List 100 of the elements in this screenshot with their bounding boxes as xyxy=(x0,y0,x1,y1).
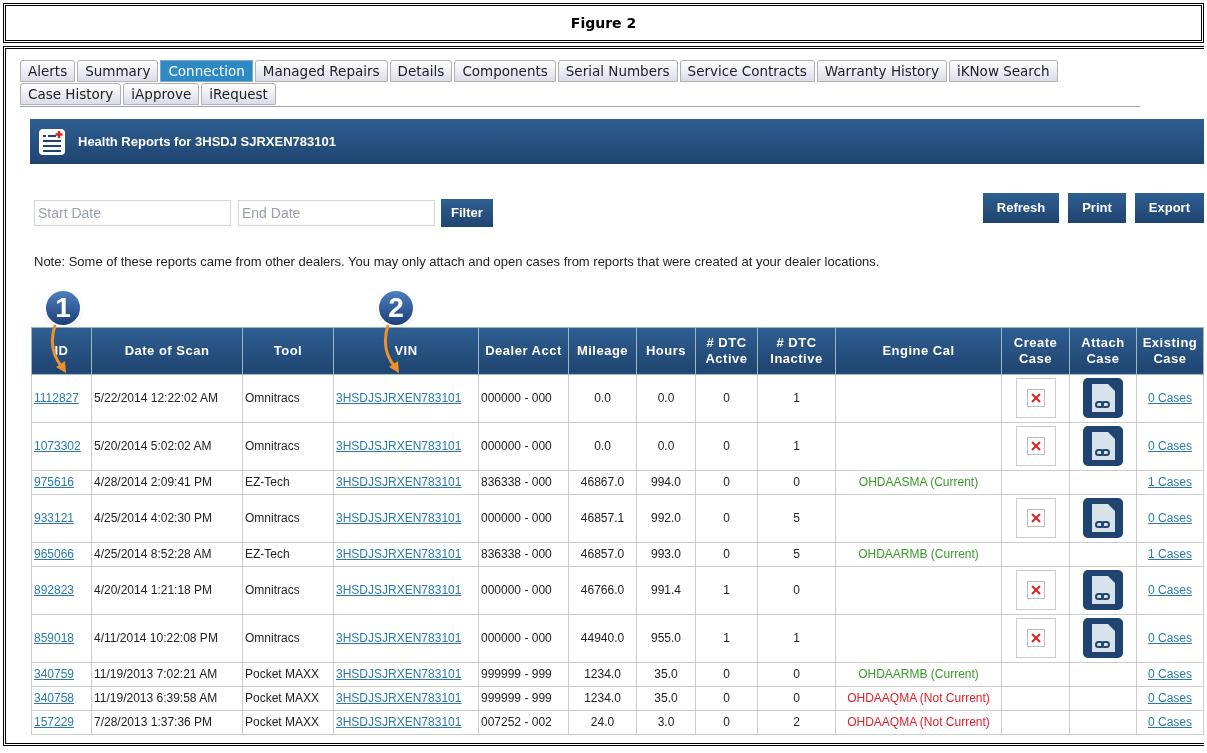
mileage-text: 0.0 xyxy=(594,439,611,453)
attach-case-button[interactable] xyxy=(1083,426,1123,466)
count-text: 0 xyxy=(793,583,800,597)
account-text: 007252 - 002 xyxy=(481,715,552,729)
engine-cal-text: OHDAASMA (Current) xyxy=(858,475,979,489)
mileage-text: 1234.0 xyxy=(584,691,621,705)
hours-text: 955.0 xyxy=(651,631,681,645)
column-header: ID xyxy=(31,327,92,374)
account-text: 836338 - 000 xyxy=(481,547,552,561)
column-header: # DTC Active xyxy=(695,327,758,374)
tab[interactable]: Summary xyxy=(77,60,159,82)
tool-text: Omnitracs xyxy=(245,511,300,525)
hours-text: 35.0 xyxy=(654,667,678,681)
attach-case-button[interactable] xyxy=(1083,498,1123,538)
column-header: Tool xyxy=(242,327,334,374)
tab[interactable]: Serial Numbers xyxy=(557,60,678,82)
end-date-field[interactable]: End Date xyxy=(238,200,435,226)
account-text: 000000 - 000 xyxy=(481,583,552,597)
id-link[interactable]: 859018 xyxy=(34,631,75,645)
mileage-text: 46857.1 xyxy=(580,511,625,525)
count-text: 5 xyxy=(793,547,800,561)
action-button[interactable]: Export xyxy=(1134,193,1204,223)
count-text: 0 xyxy=(723,391,730,405)
column-header: VIN xyxy=(333,327,479,374)
engine-cal-text: OHDAAQMA (Not Current) xyxy=(847,715,990,729)
date-text: 4/20/2014 1:21:18 PM xyxy=(94,583,213,597)
tab[interactable]: Warranty History xyxy=(816,60,947,82)
tool-text: Omnitracs xyxy=(245,439,300,453)
mileage-text: 0.0 xyxy=(594,391,611,405)
count-text: 0 xyxy=(793,667,800,681)
count-text: 1 xyxy=(793,391,800,405)
cases-link[interactable]: 0 Cases xyxy=(1148,583,1192,597)
linked-document-icon xyxy=(1090,623,1116,653)
callout-badge: 2 xyxy=(377,288,415,327)
close-icon xyxy=(1026,389,1045,407)
count-text: 1 xyxy=(793,439,800,453)
tab[interactable]: iApprove xyxy=(123,83,200,105)
column-header: Existing Case xyxy=(1136,327,1204,374)
tab[interactable]: iKNow Search xyxy=(948,60,1058,82)
tab[interactable]: Connection xyxy=(160,60,253,82)
account-text: 999999 - 999 xyxy=(481,667,552,681)
cases-link[interactable]: 0 Cases xyxy=(1148,631,1192,645)
date-text: 4/11/2014 10:22:08 PM xyxy=(94,631,218,645)
hours-text: 35.0 xyxy=(654,691,678,705)
tab[interactable]: Alerts xyxy=(20,60,76,82)
start-date-field[interactable]: Start Date xyxy=(34,200,231,226)
cases-link[interactable]: 0 Cases xyxy=(1148,391,1192,405)
mileage-text: 46857.0 xyxy=(580,547,625,561)
date-text: 4/25/2014 8:52:28 AM xyxy=(94,547,212,561)
create-case-button[interactable] xyxy=(1015,378,1056,418)
attach-case-button[interactable] xyxy=(1083,378,1123,418)
tool-text: Pocket MAXX xyxy=(245,667,320,681)
account-text: 999999 - 999 xyxy=(481,691,552,705)
create-case-button[interactable] xyxy=(1015,618,1056,658)
count-text: 0 xyxy=(723,715,730,729)
hours-text: 3.0 xyxy=(657,715,675,729)
filter-button[interactable]: Filter xyxy=(441,199,493,227)
tool-text: EZ-Tech xyxy=(245,547,290,561)
count-text: 2 xyxy=(793,715,800,729)
hours-text: 991.4 xyxy=(651,583,681,597)
tool-text: Omnitracs xyxy=(245,391,300,405)
attach-case-button[interactable] xyxy=(1083,618,1123,658)
column-header: Mileage xyxy=(568,327,637,374)
hours-text: 0.0 xyxy=(657,439,675,453)
column-header: Dealer Acct xyxy=(478,327,569,374)
tab[interactable]: iRequest xyxy=(201,83,276,105)
column-header: Hours xyxy=(636,327,696,374)
linked-document-icon xyxy=(1090,503,1116,533)
count-text: 0 xyxy=(723,667,730,681)
date-text: 11/19/2013 7:02:21 AM xyxy=(94,667,218,681)
cases-link[interactable]: 0 Cases xyxy=(1148,439,1192,453)
tab[interactable]: Components xyxy=(454,60,556,82)
list-icon xyxy=(38,127,66,156)
date-text: 4/28/2014 2:09:41 PM xyxy=(94,475,213,489)
count-text: 0 xyxy=(723,475,730,489)
create-case-button[interactable] xyxy=(1015,426,1056,466)
id-link[interactable]: 933121 xyxy=(34,511,75,525)
count-text: 0 xyxy=(723,547,730,561)
tool-text: EZ-Tech xyxy=(245,475,290,489)
engine-cal-text: OHDAARMB (Current) xyxy=(858,667,979,681)
attach-case-button[interactable] xyxy=(1083,570,1123,610)
create-case-button[interactable] xyxy=(1015,498,1056,538)
figure-title: Figure 2 xyxy=(570,13,637,33)
tab[interactable]: Case History xyxy=(20,83,122,105)
create-case-button[interactable] xyxy=(1015,570,1056,610)
column-header: Attach Case xyxy=(1069,327,1137,374)
id-link[interactable]: 892823 xyxy=(34,583,75,597)
cases-link[interactable]: 0 Cases xyxy=(1148,511,1192,525)
action-button[interactable]: Refresh xyxy=(982,193,1060,223)
tab[interactable]: Details xyxy=(389,60,453,82)
hours-text: 994.0 xyxy=(651,475,681,489)
count-text: 0 xyxy=(723,439,730,453)
account-text: 000000 - 000 xyxy=(481,631,552,645)
mileage-text: 1234.0 xyxy=(584,667,621,681)
tab[interactable]: Service Contracts xyxy=(679,60,815,82)
close-icon xyxy=(1026,581,1045,599)
action-button[interactable]: Print xyxy=(1068,193,1126,223)
tab[interactable]: Managed Repairs xyxy=(254,60,388,82)
column-header: Engine Cal xyxy=(835,327,1002,374)
date-text: 5/22/2014 12:22:02 AM xyxy=(94,391,219,405)
